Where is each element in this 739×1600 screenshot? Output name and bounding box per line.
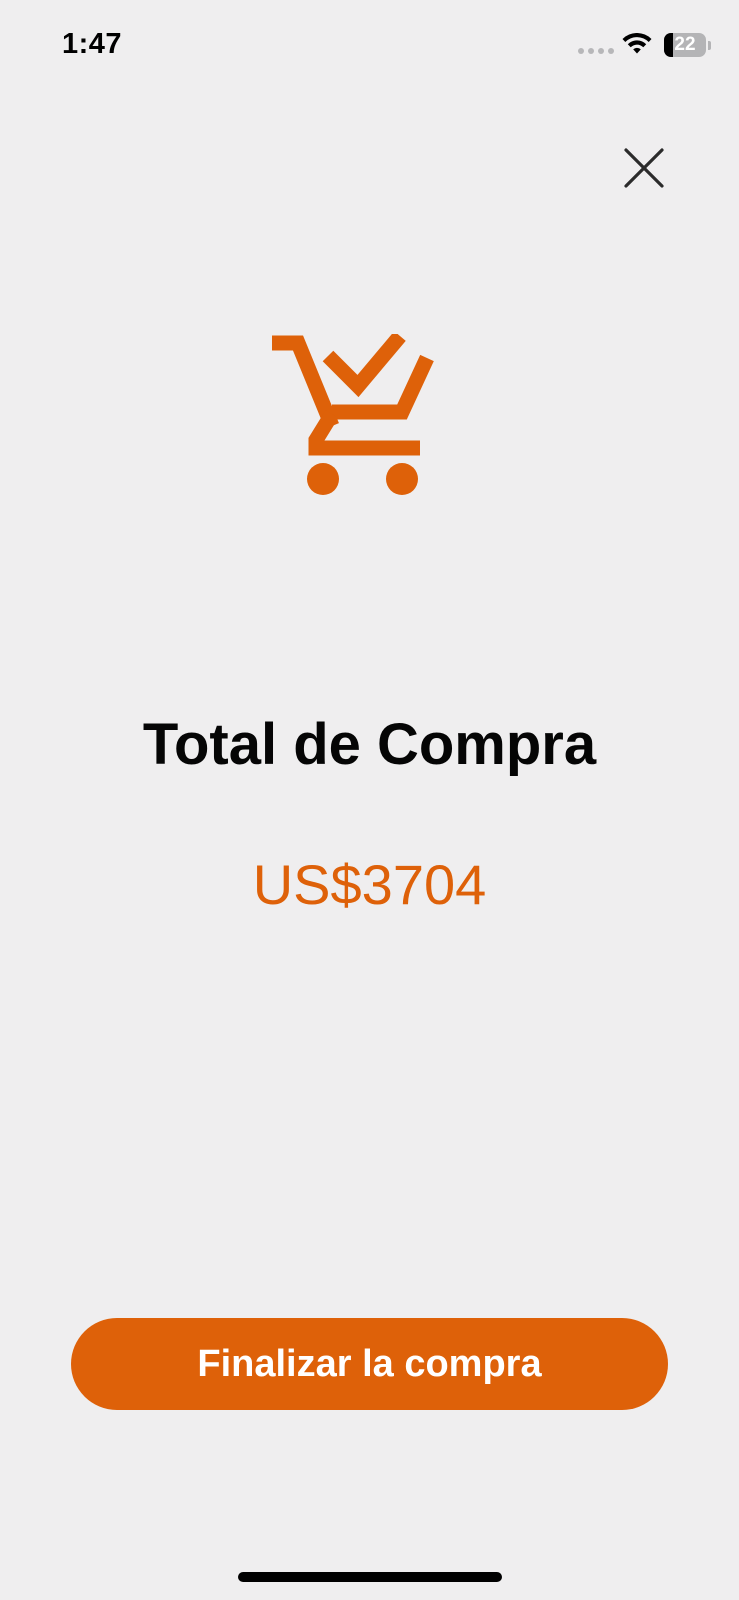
home-indicator[interactable] — [238, 1572, 502, 1582]
status-time: 1:47 — [62, 28, 123, 60]
total-amount: US$3704 — [252, 853, 487, 916]
page-title: Total de Compra — [142, 712, 597, 777]
close-icon — [624, 148, 664, 188]
battery-icon: 22 — [664, 31, 711, 59]
checkout-button[interactable]: Finalizar la compra — [71, 1318, 668, 1410]
signal-icon — [578, 48, 614, 54]
wifi-icon — [622, 33, 652, 54]
status-bar: 1:47 22 — [0, 0, 739, 92]
close-button[interactable] — [616, 140, 672, 196]
battery-tip — [708, 41, 711, 50]
cart-check-icon — [272, 334, 434, 495]
battery-body: 22 — [664, 33, 706, 57]
battery-level: 22 — [674, 34, 696, 55]
